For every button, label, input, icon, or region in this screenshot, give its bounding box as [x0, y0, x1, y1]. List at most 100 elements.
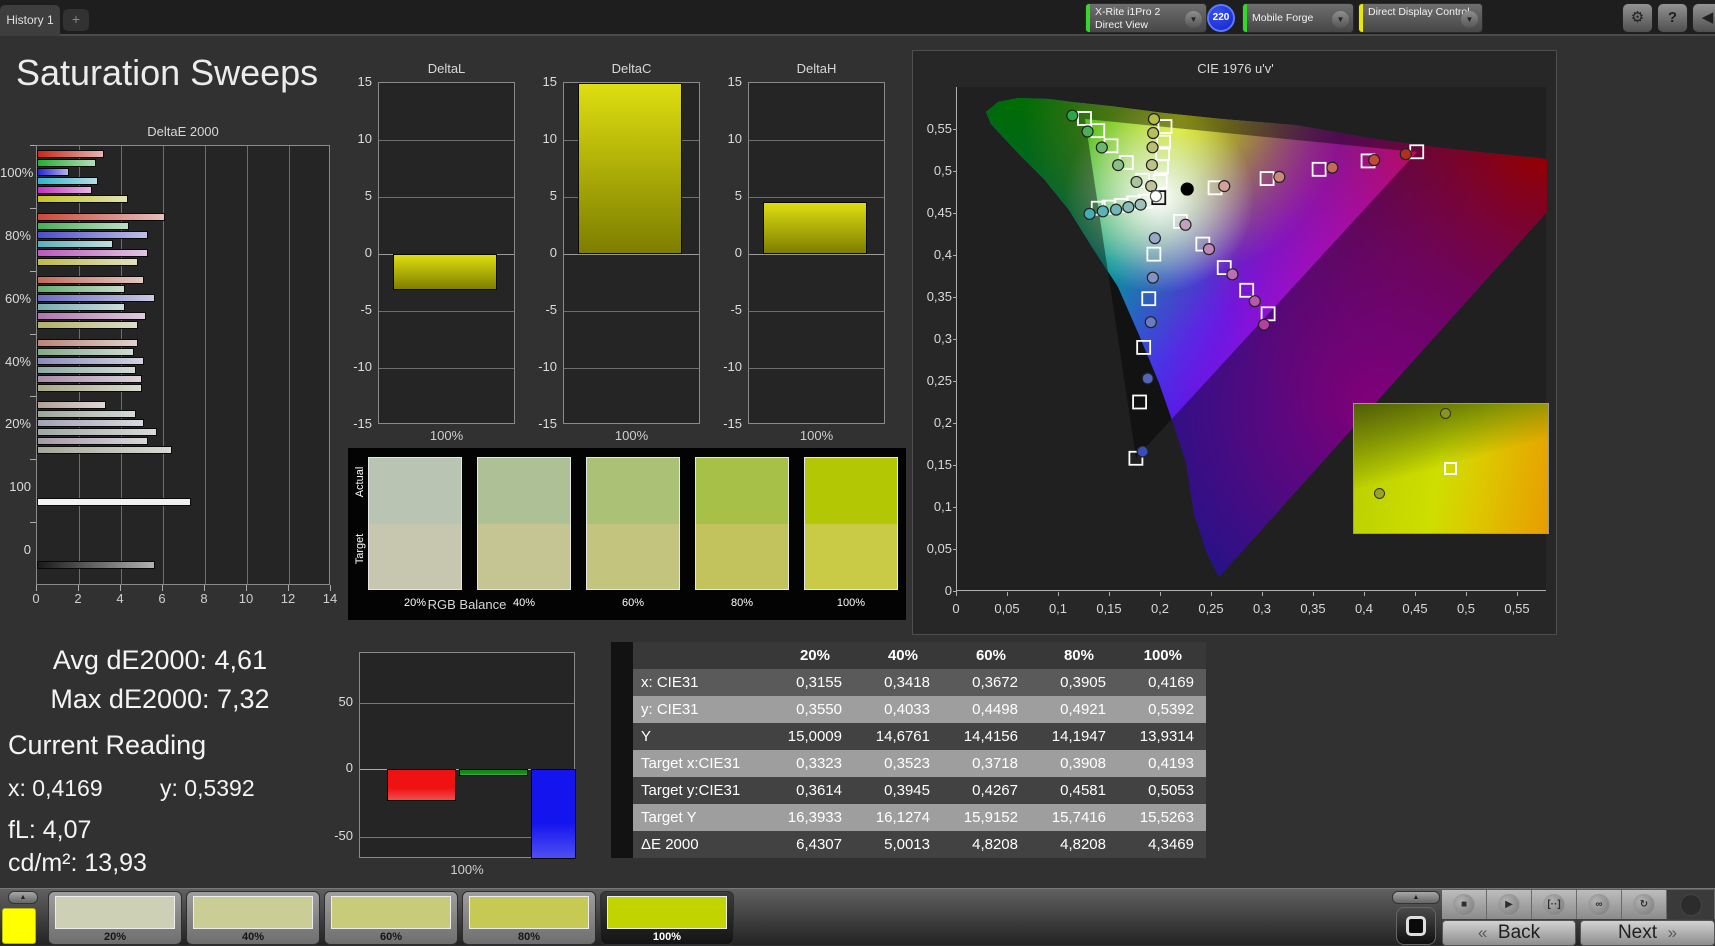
inset-measured-point [1440, 408, 1451, 419]
pattern-button-40%[interactable]: 40% [186, 891, 320, 945]
play-button[interactable]: ▶ [1487, 890, 1532, 919]
table-cell-value: 15,9152 [963, 809, 1018, 826]
axis-tick [30, 459, 36, 460]
meter-dropdown[interactable]: X-Rite i1Pro 2 Direct View ▼ [1085, 3, 1207, 33]
chevron-down-icon[interactable]: ▼ [1332, 11, 1349, 28]
current-y-value: y: 0,5392 [160, 775, 255, 801]
next-button[interactable]: Next » [1580, 920, 1715, 946]
axis-tick [1415, 592, 1416, 596]
table-cell-value: 0,3672 [972, 674, 1018, 691]
axis-tick-label: 0,15 [926, 457, 952, 472]
table-cell-value: 0,5392 [1148, 701, 1194, 718]
source-dropdown[interactable]: Mobile Forge ▼ [1242, 3, 1354, 33]
axis-tick [1517, 592, 1518, 596]
refresh-button[interactable]: ↻ [1622, 890, 1667, 919]
cie-1976-panel: CIE 1976 u'v' 0 0,05 0,1 0,15 0,2 0,25 0,3 0,35… [912, 50, 1589, 635]
pattern-swatch-20% [55, 896, 175, 929]
tab-history-1[interactable]: History 1 [0, 5, 60, 36]
axis-tick-label: 15 [357, 74, 372, 89]
axis-tick-label: 0,25 [1198, 601, 1224, 616]
table-row: y: CIE31 0,3550 0,4033 0,4498 0,4921 0,5392 [611, 696, 1206, 723]
table-cell-value: 15,0009 [787, 728, 842, 745]
axis-tick-label: 0,05 [994, 601, 1020, 616]
axis-tick-label: 0,35 [926, 289, 952, 304]
axis-tick [1160, 592, 1161, 596]
display-control-dropdown[interactable]: Direct Display Control ▼ [1358, 3, 1483, 33]
axis-tick-label: -10 [538, 359, 557, 374]
table-row: Y 15,0009 14,6761 14,4156 14,1947 13,9314 [611, 723, 1206, 750]
back-button[interactable]: « Back [1442, 920, 1576, 946]
gear-icon: ⚙ [1630, 9, 1645, 26]
deltae-bar-40%-magenta [37, 375, 142, 383]
deltae-bar-80%-red [37, 213, 165, 221]
axis-tick-label: -15 [353, 416, 372, 431]
gridline [289, 146, 290, 584]
cie-zoom-inset [1353, 403, 1549, 534]
measured-marker-yellow [1147, 112, 1161, 126]
table-cell-value: 0,3523 [884, 755, 930, 772]
axis-tick-label: 0,55 [1504, 601, 1530, 616]
pattern-button-60%[interactable]: 60% [324, 891, 458, 945]
table-header-cell [611, 642, 633, 669]
pattern-window-button[interactable] [1396, 907, 1436, 945]
table-row: ΔE 2000 6,4307 5,0013 4,8208 4,8208 4,3469 [611, 831, 1206, 858]
table-cell-value: 0,4581 [1060, 782, 1106, 799]
table-cell-value: 16,1274 [875, 809, 930, 826]
table-row: Target x:CIE31 0,3323 0,3523 0,3718 0,3908 0,… [611, 750, 1206, 777]
axis-tick-label: 5 [549, 188, 557, 203]
stop-icon: ■ [1453, 893, 1475, 916]
axis-tick-label: 0 [549, 245, 557, 260]
transport-panel-up-button[interactable]: ▲ [1392, 891, 1440, 904]
pattern-window-icon [1406, 916, 1426, 936]
chevron-down-icon[interactable]: ▼ [1185, 11, 1202, 28]
settings-button[interactable]: ⚙ [1622, 3, 1653, 33]
pattern-button-100%[interactable]: 100% [600, 891, 734, 945]
axis-tick-label: -5 [360, 302, 372, 317]
table-cell-value: 0,4267 [972, 782, 1018, 799]
measured-marker-yellow [1146, 141, 1159, 154]
target-row-label: Target [354, 533, 366, 565]
gridline [564, 311, 699, 312]
actual-target-swatch-strip: Actual Target 20% 40% 60% 80% 100% [348, 448, 906, 620]
stop-button[interactable]: ■ [1442, 890, 1487, 919]
table-cell-value: 0,4193 [1148, 755, 1194, 772]
inset-target-point [1444, 462, 1457, 475]
cie-chart-title: CIE 1976 u'v' [1197, 61, 1274, 76]
measured-marker-magenta [1248, 295, 1261, 308]
table-cell-value: 14,6761 [875, 728, 930, 745]
range-button[interactable]: [··] [1532, 890, 1577, 919]
collapse-button[interactable]: ◀ [1692, 3, 1715, 33]
pattern-button-80%[interactable]: 80% [462, 891, 596, 945]
table-row: x: CIE31 0,3155 0,3418 0,3672 0,3905 0,4169 [611, 669, 1206, 696]
pattern-panel-up-button[interactable]: ▲ [8, 891, 38, 904]
delta-chart-DeltaC [563, 82, 700, 424]
axis-tick [246, 585, 247, 591]
pattern-swatch-100% [607, 896, 727, 929]
table-row: Target y:CIE31 0,3614 0,3945 0,4267 0,4581 0,… [611, 777, 1206, 804]
axis-tick-label: 14 [322, 591, 338, 606]
axis-tick-label: 10 [542, 131, 557, 146]
deltae-bar-40%-cyan [37, 366, 136, 374]
deltae-bar-60%-yellow [37, 321, 138, 329]
axis-tick-label: 0,15 [1096, 601, 1122, 616]
deltae-chart-title: DeltaE 2000 [147, 124, 219, 139]
gridline [749, 254, 884, 255]
axis-tick-label: 100% [614, 428, 649, 443]
gridline [379, 140, 514, 141]
add-tab-button[interactable]: + [63, 9, 89, 31]
deltae-bar-100-red [37, 498, 191, 506]
pattern-button-20%[interactable]: 20% [48, 891, 182, 945]
table-cell-value: 15,5263 [1139, 809, 1194, 826]
measured-marker-red [1218, 180, 1231, 193]
deltae-bar-20%-yellow [37, 446, 172, 454]
help-button[interactable]: ? [1657, 3, 1688, 33]
table-cell-value: 5,0013 [884, 836, 930, 853]
deltae-bar-80%-cyan [37, 240, 113, 248]
table-cell-value: 4,8208 [972, 836, 1018, 853]
axis-tick [953, 129, 957, 130]
pattern-button-label: 40% [241, 931, 265, 943]
loop-infinite-button[interactable]: ∞ [1577, 890, 1622, 919]
chevron-down-icon[interactable]: ▼ [1461, 11, 1478, 28]
axis-tick [120, 585, 121, 591]
axis-tick [288, 585, 289, 591]
